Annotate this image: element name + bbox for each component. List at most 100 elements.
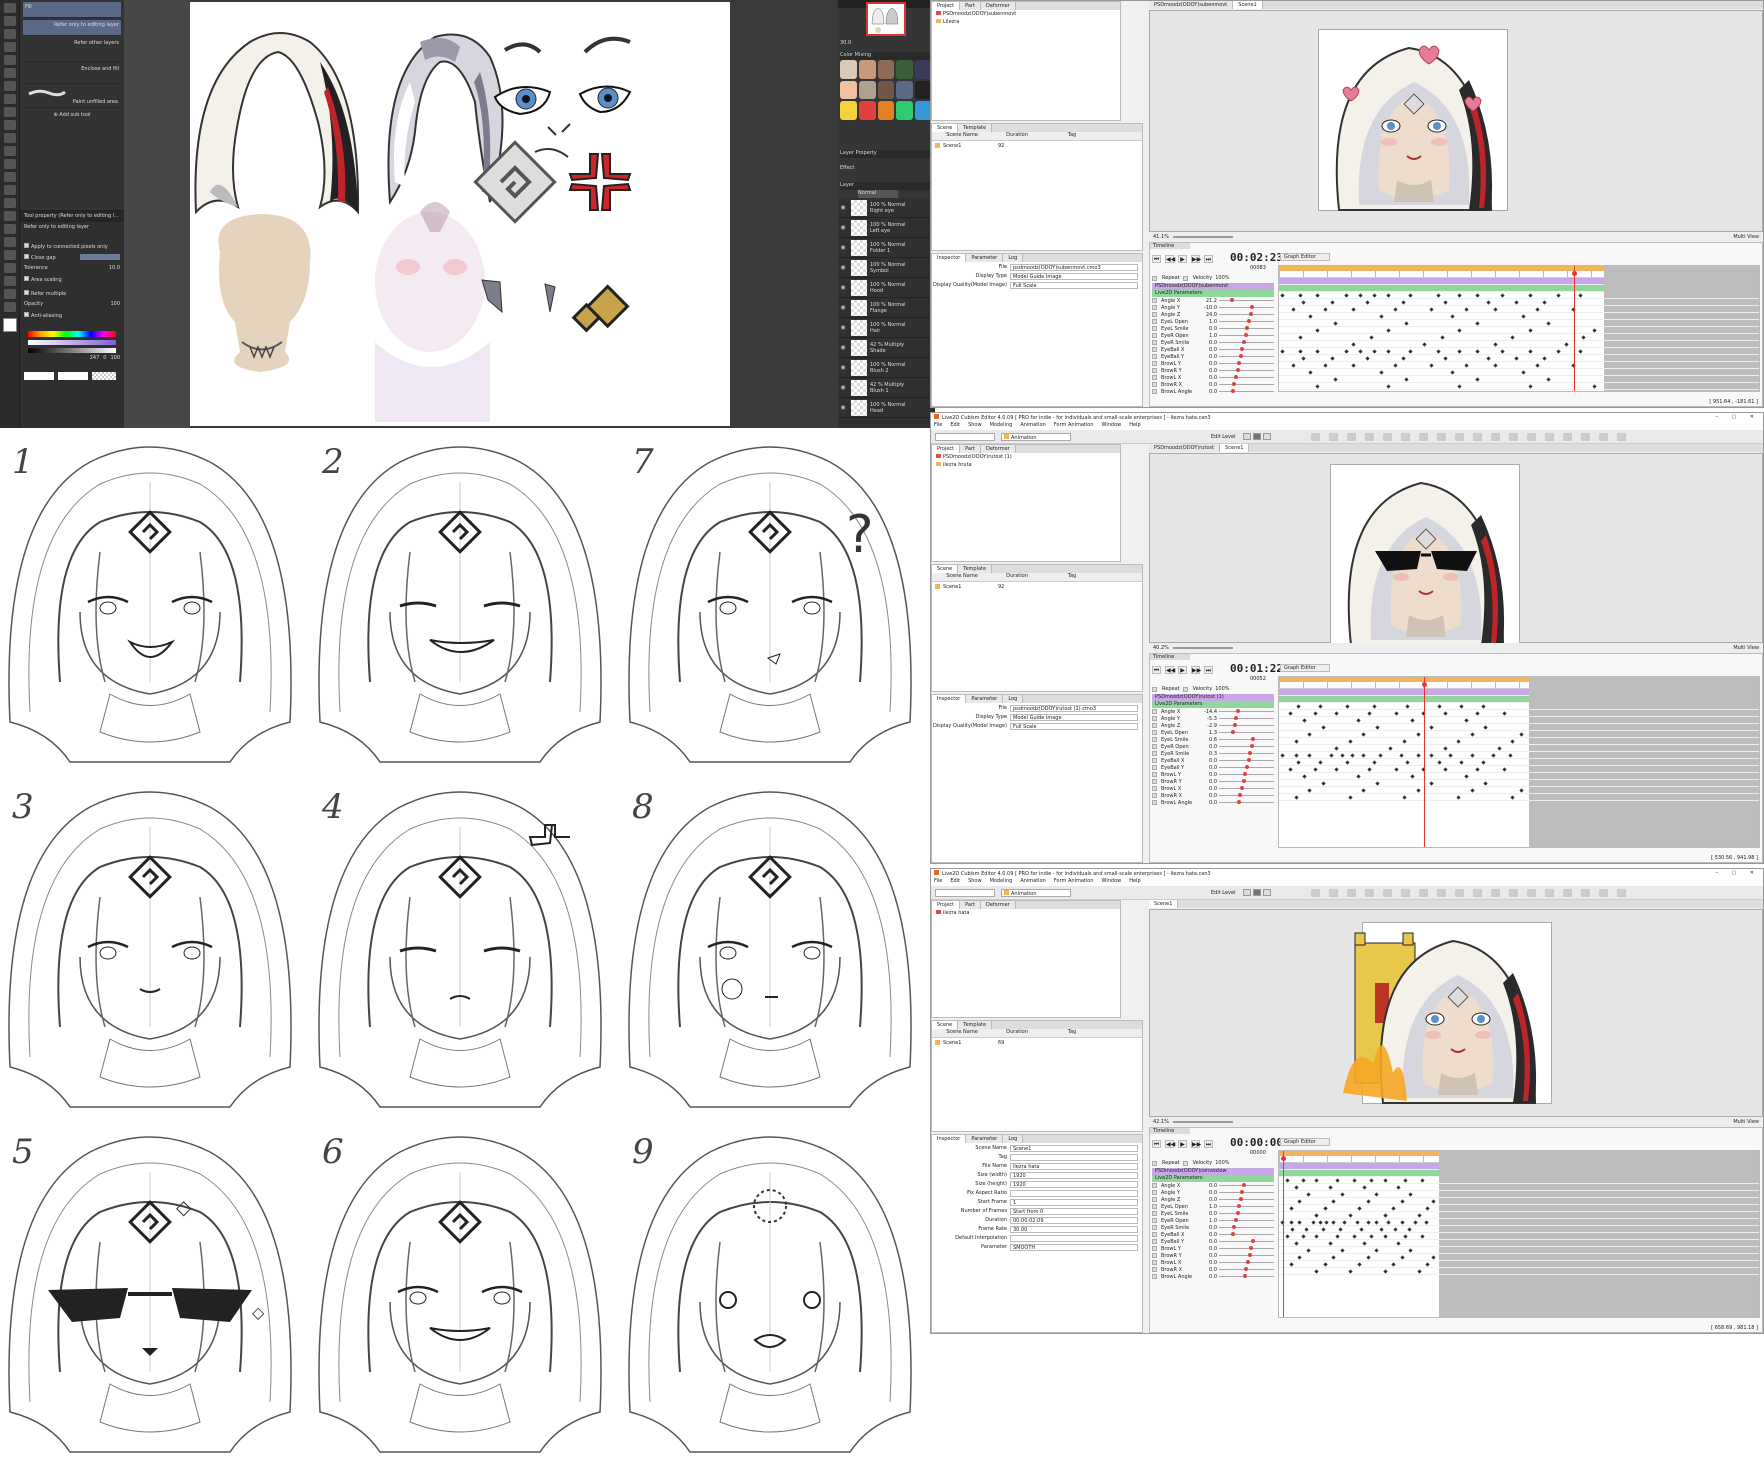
parameter-slider[interactable]: [1219, 1183, 1274, 1187]
keyframe-marker[interactable]: [1519, 732, 1524, 737]
keyframe-marker[interactable]: [1407, 1227, 1412, 1232]
blend-mode-select[interactable]: Normal: [858, 190, 898, 198]
keyframe-marker[interactable]: [1457, 293, 1462, 298]
keyframe-marker[interactable]: [1366, 1199, 1371, 1204]
keyframe-toggle-icon[interactable]: [1152, 1218, 1157, 1223]
keyframe-marker[interactable]: [1361, 753, 1366, 758]
color-history-swatch[interactable]: [24, 372, 54, 380]
keyframe-marker[interactable]: [1356, 774, 1361, 779]
palette-swatch[interactable]: [858, 101, 876, 120]
keyframe-marker[interactable]: [1375, 781, 1380, 786]
keyframe-marker[interactable]: [1391, 1262, 1396, 1267]
keyframe-marker[interactable]: [1280, 753, 1285, 758]
layer-row[interactable]: ◉ 100 % Normal Hair: [838, 318, 935, 338]
tool-icon[interactable]: [4, 263, 16, 273]
parameter-row[interactable]: Angle Z 24.0: [1152, 311, 1274, 318]
parameter-slider[interactable]: [1219, 772, 1274, 776]
layer-row[interactable]: ◉ 100 % Normal Symbol: [838, 258, 935, 278]
keyframe-marker[interactable]: [1486, 300, 1491, 305]
keyframe-marker[interactable]: [1475, 321, 1480, 326]
prop-connected-pixels[interactable]: Apply to connected pixels only: [20, 241, 124, 252]
menu-item[interactable]: Form Animation: [1054, 878, 1094, 886]
keyframe-marker[interactable]: [1470, 732, 1475, 737]
keyframe-marker[interactable]: [1493, 363, 1498, 368]
slider-knob[interactable]: [1232, 1225, 1237, 1229]
keyframe-marker[interactable]: [1367, 711, 1372, 716]
transport-button-icon[interactable]: ◀◀: [1165, 255, 1175, 263]
parameter-group[interactable]: Live2D Parameters: [1152, 1175, 1274, 1182]
keyframe-marker[interactable]: [1365, 356, 1370, 361]
toolbar-icon[interactable]: [1563, 889, 1572, 897]
tool-icon[interactable]: [4, 94, 16, 104]
parameter-row[interactable]: EyeL Smile 0.6: [1152, 736, 1274, 743]
keyframe-marker[interactable]: [1285, 1178, 1290, 1183]
palette-swatch[interactable]: [896, 60, 914, 79]
hue-slider[interactable]: [28, 331, 116, 337]
menu-item[interactable]: Edit: [950, 878, 960, 886]
parameter-slider[interactable]: [1219, 1211, 1274, 1215]
keyframe-marker[interactable]: [1408, 349, 1413, 354]
keyframe-marker[interactable]: [1367, 767, 1372, 772]
checkbox-icon[interactable]: [24, 276, 29, 281]
tool-icon[interactable]: [4, 55, 16, 65]
transport-button-icon[interactable]: ⏭: [1204, 1140, 1213, 1148]
keyframe-marker[interactable]: [1450, 370, 1455, 375]
inspector-tab[interactable]: Log: [1003, 254, 1024, 262]
parameter-row[interactable]: Angle Z -2.9: [1152, 722, 1274, 729]
menu-item[interactable]: Show: [968, 422, 982, 430]
parameter-slider[interactable]: [1219, 1239, 1274, 1243]
keyframe-marker[interactable]: [1393, 363, 1398, 368]
slider-knob[interactable]: [1242, 340, 1247, 344]
parameter-row[interactable]: EyeR Open 0.0: [1152, 743, 1274, 750]
eye-icon[interactable]: ◉: [838, 204, 848, 211]
toolbar-icon[interactable]: [1581, 889, 1590, 897]
inspector-value[interactable]: Full Scale: [1010, 722, 1138, 730]
transport-button-icon[interactable]: ⏮: [1152, 1140, 1161, 1148]
eye-icon[interactable]: ◉: [838, 304, 848, 311]
keyframe-marker[interactable]: [1340, 753, 1345, 758]
tool-icon[interactable]: [4, 250, 16, 260]
parameter-slider[interactable]: [1219, 368, 1274, 372]
keyframe-marker[interactable]: [1508, 753, 1513, 758]
keyframe-marker[interactable]: [1280, 349, 1285, 354]
keyframe-marker[interactable]: [1403, 1178, 1408, 1183]
model-canvas[interactable]: [1343, 922, 1552, 1104]
keyframe-marker[interactable]: [1393, 307, 1398, 312]
tool-icon[interactable]: [4, 68, 16, 78]
keyframe-marker[interactable]: [1510, 335, 1515, 340]
keyframe-marker[interactable]: [1313, 711, 1318, 716]
transport-button-icon[interactable]: ▶▶: [1191, 1140, 1201, 1148]
keyframe-marker[interactable]: [1379, 370, 1384, 375]
toolbar-icon[interactable]: [1437, 433, 1446, 441]
zoom-level[interactable]: 41.1%: [1153, 234, 1169, 240]
repeat-checkbox-icon[interactable]: [1152, 686, 1157, 692]
project-tab[interactable]: Project: [932, 901, 961, 909]
transport-button-icon[interactable]: ⏭: [1204, 255, 1213, 263]
repeat-checkbox-icon[interactable]: [1152, 275, 1157, 281]
keyframe-toggle-icon[interactable]: [1152, 723, 1157, 728]
keyframe-marker[interactable]: [1443, 767, 1448, 772]
keyframe-marker[interactable]: [1556, 293, 1561, 298]
keyframe-marker[interactable]: [1502, 767, 1507, 772]
keyframe-marker[interactable]: [1313, 767, 1318, 772]
parameter-row[interactable]: EyeBall Y 0.0: [1152, 1238, 1274, 1245]
keyframe-marker[interactable]: [1436, 293, 1441, 298]
project-tab[interactable]: Part: [960, 2, 981, 10]
parameter-slider[interactable]: [1219, 716, 1274, 720]
scene-tab[interactable]: Scene: [932, 565, 959, 573]
keyframe-marker[interactable]: [1333, 377, 1338, 382]
inspector-value[interactable]: ilezra hata: [1010, 1162, 1138, 1170]
keyframe-marker[interactable]: [1297, 1255, 1302, 1260]
eye-icon[interactable]: ◉: [838, 344, 848, 351]
slider-knob[interactable]: [1247, 319, 1252, 323]
project-tab[interactable]: Project: [932, 2, 961, 10]
parameter-row[interactable]: BrowL Y 0.0: [1152, 360, 1274, 367]
prop-opacity[interactable]: Opacity 100: [20, 299, 124, 310]
menu-item[interactable]: Animation: [1020, 422, 1046, 430]
keyframe-toggle-icon[interactable]: [1152, 340, 1157, 345]
subtool-enclose-fill[interactable]: Enclose and fill: [23, 64, 121, 84]
layer-row[interactable]: ◉ 100 % Normal Left eye: [838, 218, 935, 238]
transport-button-icon[interactable]: ▶: [1178, 1140, 1187, 1148]
keyframe-marker[interactable]: [1348, 739, 1353, 744]
parameter-row[interactable]: BrowL Angle 0.0: [1152, 1273, 1274, 1280]
